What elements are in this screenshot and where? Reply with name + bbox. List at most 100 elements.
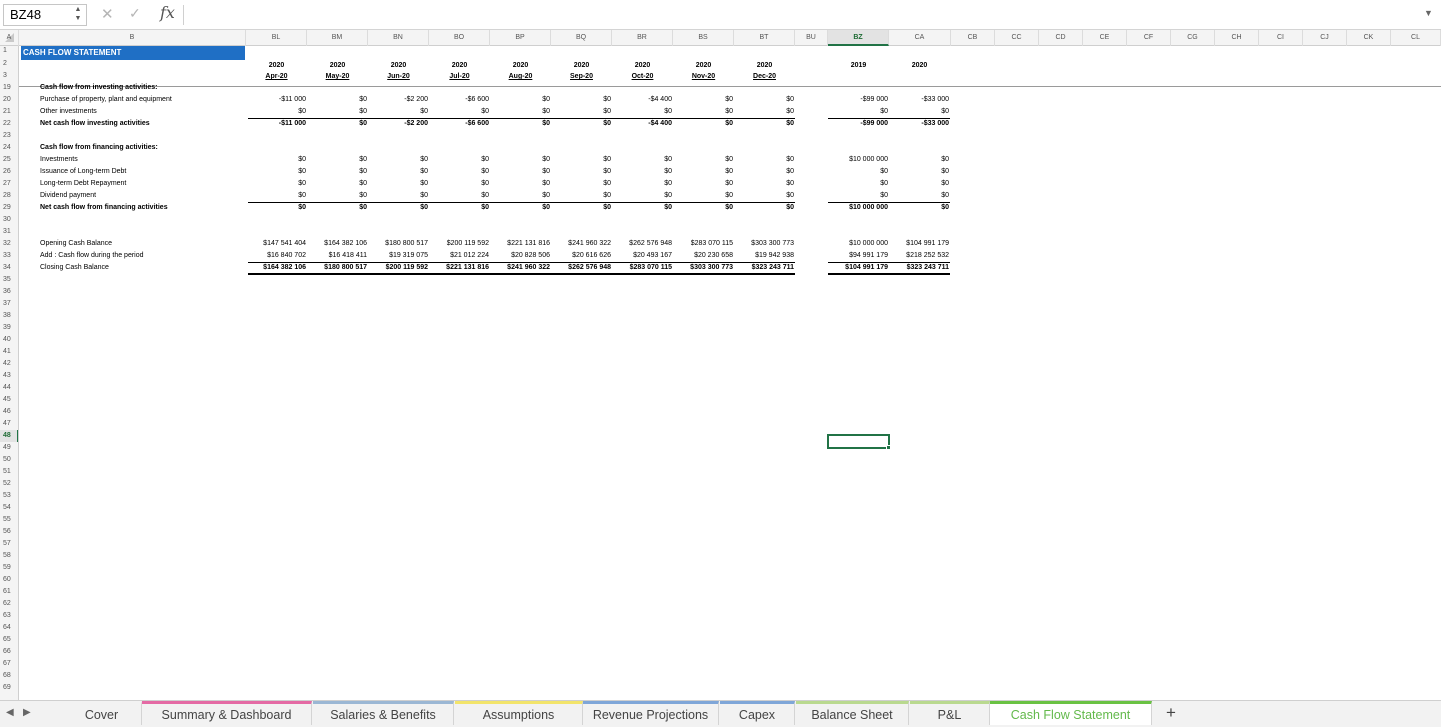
- value-cell[interactable]: $0: [246, 202, 306, 214]
- row-header-26[interactable]: 26: [0, 166, 18, 178]
- value-cell[interactable]: -$4 400: [612, 118, 672, 130]
- value-cell[interactable]: $0: [368, 106, 428, 118]
- value-cell[interactable]: $0: [368, 166, 428, 178]
- scroll-tabs-left-icon[interactable]: ◀: [6, 707, 14, 718]
- column-header-bm[interactable]: BM: [307, 30, 368, 46]
- row-header-51[interactable]: 51: [0, 466, 18, 478]
- row-label[interactable]: Closing Cash Balance: [40, 262, 240, 274]
- value-cell[interactable]: $0: [307, 178, 367, 190]
- row-header-2[interactable]: 2: [0, 58, 18, 70]
- value-cell[interactable]: $16 418 411: [307, 250, 367, 262]
- value-cell[interactable]: $0: [246, 190, 306, 202]
- row-header-34[interactable]: 34: [0, 262, 18, 274]
- month-header[interactable]: Dec-20: [734, 71, 795, 83]
- fill-handle[interactable]: [886, 445, 891, 450]
- value-cell[interactable]: $180 800 517: [368, 238, 428, 250]
- month-header[interactable]: Oct-20: [612, 71, 673, 83]
- row-header-61[interactable]: 61: [0, 586, 18, 598]
- row-header-22[interactable]: 22: [0, 118, 18, 130]
- value-cell[interactable]: $0: [246, 166, 306, 178]
- value-cell[interactable]: $0: [673, 166, 733, 178]
- value-cell[interactable]: $0: [490, 166, 550, 178]
- value-cell[interactable]: -$2 200: [368, 118, 428, 130]
- row-header-49[interactable]: 49: [0, 442, 18, 454]
- value-cell-annual[interactable]: $0: [889, 166, 949, 178]
- row-header-55[interactable]: 55: [0, 514, 18, 526]
- value-cell[interactable]: $0: [673, 154, 733, 166]
- row-header-65[interactable]: 65: [0, 634, 18, 646]
- value-cell[interactable]: $283 070 115: [673, 238, 733, 250]
- value-cell[interactable]: $0: [734, 106, 794, 118]
- section-header[interactable]: Cash flow from financing activities:: [40, 142, 240, 154]
- sheet-tab-capex[interactable]: Capex: [720, 701, 795, 725]
- year-header-annual[interactable]: 2020: [889, 60, 950, 72]
- expand-formula-bar-icon[interactable]: ▼: [1424, 8, 1433, 18]
- row-header-68[interactable]: 68: [0, 670, 18, 682]
- value-cell[interactable]: $0: [734, 202, 794, 214]
- row-header-50[interactable]: 50: [0, 454, 18, 466]
- row-header-63[interactable]: 63: [0, 610, 18, 622]
- row-header-56[interactable]: 56: [0, 526, 18, 538]
- scroll-tabs-right-icon[interactable]: ▶: [23, 707, 31, 718]
- row-label[interactable]: Purchase of property, plant and equipmen…: [40, 94, 240, 106]
- value-cell[interactable]: $0: [734, 154, 794, 166]
- column-header-ck[interactable]: CK: [1347, 30, 1391, 46]
- value-cell[interactable]: $0: [429, 190, 489, 202]
- row-header-28[interactable]: 28: [0, 190, 18, 202]
- row-label[interactable]: Other investments: [40, 106, 240, 118]
- value-cell[interactable]: $0: [734, 166, 794, 178]
- column-header-bn[interactable]: BN: [368, 30, 429, 46]
- value-cell[interactable]: $0: [490, 154, 550, 166]
- column-header-bl[interactable]: BL: [246, 30, 307, 46]
- value-cell[interactable]: $0: [490, 202, 550, 214]
- value-cell[interactable]: $0: [673, 190, 733, 202]
- value-cell[interactable]: $0: [673, 106, 733, 118]
- row-header-42[interactable]: 42: [0, 358, 18, 370]
- value-cell-annual[interactable]: $10 000 000: [828, 202, 888, 214]
- value-cell[interactable]: $0: [307, 190, 367, 202]
- value-cell[interactable]: $19 942 938: [734, 250, 794, 262]
- row-label[interactable]: Opening Cash Balance: [40, 238, 240, 250]
- value-cell[interactable]: $0: [734, 190, 794, 202]
- value-cell[interactable]: $0: [612, 154, 672, 166]
- sheet-title[interactable]: CASH FLOW STATEMENT: [21, 46, 245, 60]
- row-header-47[interactable]: 47: [0, 418, 18, 430]
- row-header-24[interactable]: 24: [0, 142, 18, 154]
- value-cell[interactable]: $0: [551, 178, 611, 190]
- row-header-27[interactable]: 27: [0, 178, 18, 190]
- row-label[interactable]: Investments: [40, 154, 240, 166]
- row-label[interactable]: Issuance of Long-term Debt: [40, 166, 240, 178]
- column-header-ca[interactable]: CA: [889, 30, 951, 46]
- value-cell[interactable]: $0: [307, 166, 367, 178]
- row-header-33[interactable]: 33: [0, 250, 18, 262]
- value-cell[interactable]: $19 319 075: [368, 250, 428, 262]
- row-header-37[interactable]: 37: [0, 298, 18, 310]
- row-header-67[interactable]: 67: [0, 658, 18, 670]
- row-header-23[interactable]: 23: [0, 130, 18, 142]
- value-cell-annual[interactable]: $0: [889, 190, 949, 202]
- sheet-tab-summary-dashboard[interactable]: Summary & Dashboard: [142, 701, 312, 725]
- value-cell[interactable]: -$4 400: [612, 94, 672, 106]
- value-cell[interactable]: $0: [246, 178, 306, 190]
- name-box-spinner-icon[interactable]: ▲ ▼: [72, 5, 84, 25]
- column-header-bq[interactable]: BQ: [551, 30, 612, 46]
- value-cell[interactable]: $0: [429, 202, 489, 214]
- row-header-38[interactable]: 38: [0, 310, 18, 322]
- value-cell[interactable]: $0: [490, 94, 550, 106]
- value-cell[interactable]: $0: [551, 202, 611, 214]
- value-cell[interactable]: $0: [490, 106, 550, 118]
- add-sheet-button[interactable]: +: [1160, 702, 1182, 726]
- row-header-54[interactable]: 54: [0, 502, 18, 514]
- column-header-a[interactable]: A: [0, 30, 19, 46]
- row-header-19[interactable]: 19: [0, 82, 18, 94]
- value-cell[interactable]: $0: [429, 166, 489, 178]
- value-cell[interactable]: $303 300 773: [734, 238, 794, 250]
- value-cell[interactable]: $0: [551, 190, 611, 202]
- value-cell[interactable]: $20 616 626: [551, 250, 611, 262]
- row-header-41[interactable]: 41: [0, 346, 18, 358]
- value-cell-annual[interactable]: $0: [828, 190, 888, 202]
- value-cell[interactable]: $0: [246, 154, 306, 166]
- row-header-64[interactable]: 64: [0, 622, 18, 634]
- value-cell[interactable]: $20 230 658: [673, 250, 733, 262]
- month-header[interactable]: Apr-20: [246, 71, 307, 83]
